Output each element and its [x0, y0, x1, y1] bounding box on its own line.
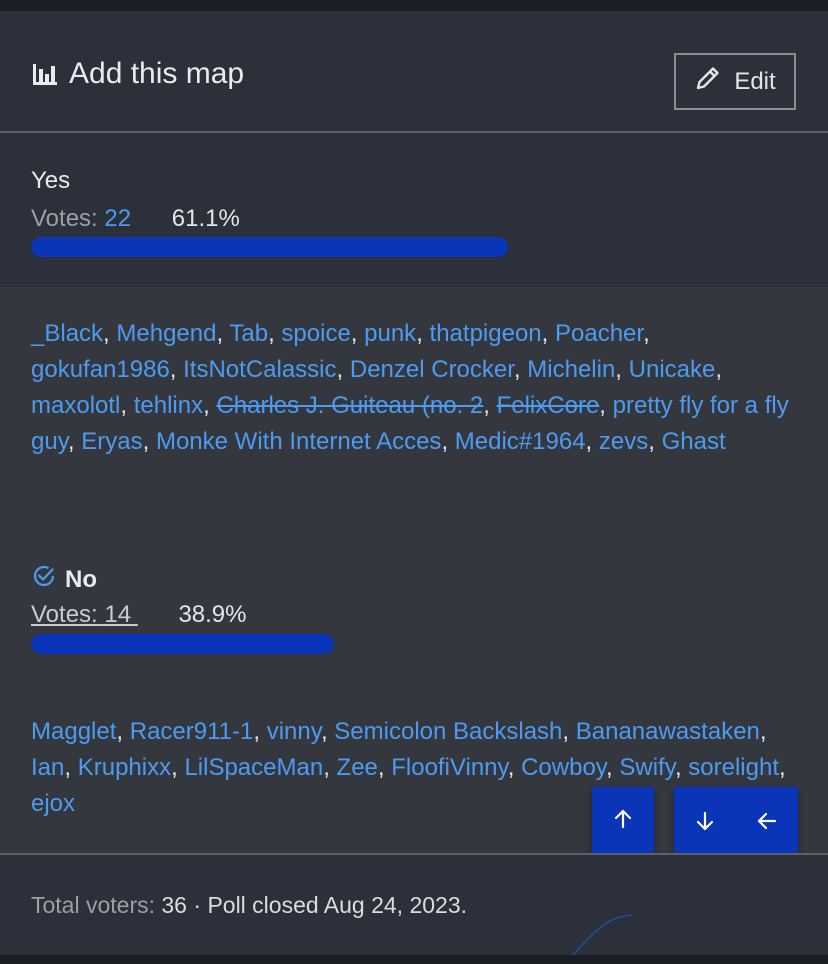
voter-link[interactable]: punk: [364, 320, 416, 347]
bar-chart-icon: [31, 61, 59, 87]
voter-link[interactable]: LilSpaceMan: [184, 754, 323, 781]
votes-link[interactable]: Votes: 14: [31, 601, 138, 628]
poll-option-yes: Yes Votes: 22 61.1%: [0, 133, 828, 287]
poll-title: Add this map: [31, 57, 244, 91]
voter-link[interactable]: Charles J. Guiteau (no. 2: [216, 392, 483, 419]
separator: ·: [193, 892, 202, 918]
voter-link[interactable]: Tab: [229, 320, 268, 347]
voter-link[interactable]: ejox: [31, 790, 75, 817]
votes-label: Votes:: [31, 601, 98, 628]
top-edge: [0, 0, 828, 11]
option-votes: Votes: 22 61.1%: [31, 205, 240, 233]
voter-link[interactable]: Zee: [337, 754, 378, 781]
edit-button[interactable]: Edit: [674, 53, 796, 110]
option-label-selected: No: [31, 563, 97, 596]
votes-count-link[interactable]: 22: [104, 205, 131, 232]
poll-footer: Total voters: 36 · Poll closed Aug 24, 2…: [0, 853, 828, 957]
voter-link[interactable]: ItsNotCalassic: [183, 356, 336, 383]
voters-yes-section: _Black, Mehgend, Tab, spoice, punk, that…: [0, 287, 828, 509]
check-circle-icon: [31, 563, 57, 596]
voter-link[interactable]: vinny: [267, 718, 321, 745]
voter-link[interactable]: FelixCore: [497, 392, 600, 419]
voter-link[interactable]: thatpigeon: [430, 320, 542, 347]
voter-link[interactable]: spoice: [281, 320, 350, 347]
voter-link[interactable]: Kruphixx: [78, 754, 171, 781]
voter-link[interactable]: Magglet: [31, 718, 116, 745]
vote-progress-bar: [31, 237, 508, 257]
voter-link[interactable]: Swify: [619, 754, 675, 781]
option-label: Yes: [31, 167, 71, 194]
voter-link[interactable]: sorelight: [688, 754, 779, 781]
voter-link[interactable]: Mehgend: [116, 320, 216, 347]
voter-link[interactable]: Semicolon Backslash: [334, 718, 562, 745]
voter-link[interactable]: Medic#1964: [455, 428, 586, 455]
voter-link[interactable]: tehlinx: [134, 392, 203, 419]
voter-link[interactable]: gokufan1986: [31, 356, 170, 383]
poll-summary: Total voters: 36 · Poll closed Aug 24, 2…: [31, 892, 467, 919]
poll-closed-text: Poll closed Aug 24, 2023.: [207, 892, 468, 918]
votes-count-link: 14: [104, 601, 132, 628]
voter-link[interactable]: Ghast: [662, 428, 726, 455]
voter-link[interactable]: Bananawastaken: [576, 718, 760, 745]
option-label-text: No: [65, 565, 97, 593]
edit-button-label: Edit: [734, 67, 776, 95]
voters-list: _Black, Mehgend, Tab, spoice, punk, that…: [31, 320, 789, 455]
poll-title-text: Add this map: [69, 57, 245, 90]
voter-link[interactable]: zevs: [599, 428, 648, 455]
voter-link[interactable]: Michelin: [527, 356, 615, 383]
voter-link[interactable]: Unicake: [629, 356, 716, 383]
voter-link[interactable]: Monke With Internet Acces: [156, 428, 441, 455]
pencil-icon: [694, 64, 722, 99]
arrow-left-icon[interactable]: [756, 810, 778, 832]
scroll-up-button[interactable]: [592, 787, 654, 855]
votes-percent: 61.1%: [171, 205, 240, 232]
voter-link[interactable]: Cowboy: [521, 754, 606, 781]
voter-link[interactable]: _Black: [31, 320, 103, 347]
voter-link[interactable]: Denzel Crocker: [350, 356, 514, 383]
voter-link[interactable]: Poacher: [555, 320, 643, 347]
poll-header: Add this map Edit: [0, 11, 828, 133]
voter-link[interactable]: Racer911-1: [130, 718, 254, 745]
voter-link[interactable]: Ian: [31, 754, 64, 781]
total-voters-count: 36: [161, 892, 187, 918]
bottom-edge: [0, 955, 828, 964]
voter-link[interactable]: Eryas: [81, 428, 142, 455]
votes-label: Votes:: [31, 205, 98, 232]
total-voters-label: Total voters:: [31, 892, 155, 918]
nav-button-group: [674, 787, 798, 855]
voter-link[interactable]: maxolotl: [31, 392, 120, 419]
option-votes: Votes: 14 38.9%: [31, 601, 247, 629]
stray-pen-stroke: [571, 914, 633, 957]
voter-link[interactable]: FloofiVinny: [391, 754, 508, 781]
vote-progress-bar: [31, 634, 334, 654]
arrow-up-icon: [612, 808, 634, 835]
arrow-down-icon[interactable]: [694, 810, 716, 832]
votes-percent: 38.9%: [178, 601, 247, 628]
